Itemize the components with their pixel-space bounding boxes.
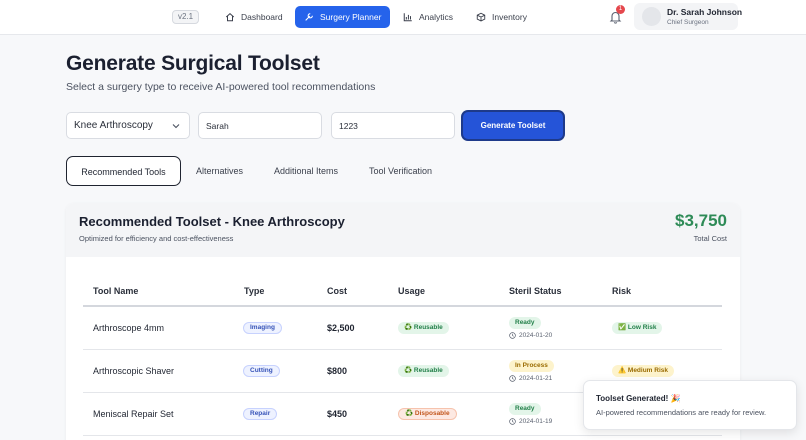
top-nav: v2.1 Dashboard Surgery Planner Analytics… — [0, 0, 806, 35]
tool-name-cell: Meniscal Repair Set — [93, 409, 174, 419]
steril-date-value: 2024-01-21 — [519, 375, 553, 382]
page-title: Generate Surgical Toolset — [66, 52, 320, 75]
patient-id-input[interactable]: 1223 — [331, 112, 455, 139]
total-cost-value: $3,750 — [675, 211, 727, 230]
generate-toolset-button[interactable]: Generate Toolset — [463, 112, 563, 139]
toast-title: Toolset Generated! 🎉 — [596, 394, 681, 403]
patient-id-value: 1223 — [339, 120, 358, 131]
box-icon — [476, 12, 486, 22]
toolset-subtitle: Optimized for efficiency and cost-effect… — [79, 234, 234, 243]
steril-date-value: 2024-01-19 — [519, 418, 553, 425]
steril-date: 2024-01-20 — [509, 332, 552, 339]
home-icon — [225, 12, 235, 22]
nav-analytics[interactable]: Analytics — [394, 6, 462, 28]
column-header-usage: Usage — [398, 286, 426, 296]
type-badge: Cutting — [243, 365, 280, 377]
toolset-header: Recommended Toolset - Knee Arthroscopy O… — [66, 203, 740, 257]
avatar — [642, 7, 661, 26]
toolset-title: Recommended Toolset - Knee Arthroscopy — [79, 214, 345, 229]
surgeon-name-value: Sarah — [206, 120, 229, 131]
nav-inventory-label: Inventory — [492, 12, 527, 22]
nav-surgery-planner[interactable]: Surgery Planner — [295, 6, 391, 28]
tab-additional-items[interactable]: Additional Items — [274, 156, 338, 186]
risk-badge: ⚠️ Medium Risk — [612, 365, 674, 377]
clock-icon — [509, 375, 516, 382]
column-header-tool-name: Tool Name — [93, 286, 139, 296]
steril-date: 2024-01-21 — [509, 375, 552, 382]
nav-dashboard[interactable]: Dashboard — [216, 6, 292, 28]
chevron-down-icon — [172, 124, 180, 129]
type-badge: Repair — [243, 408, 278, 420]
row-divider — [83, 435, 722, 436]
tool-name-cell: Arthroscope 4mm — [93, 323, 165, 333]
steril-status-badge: Ready — [509, 403, 541, 415]
nav-inventory[interactable]: Inventory — [467, 6, 536, 28]
user-role: Chief Surgeon — [667, 19, 709, 26]
nav-surgery-planner-label: Surgery Planner — [320, 12, 382, 22]
surgery-type-value: Knee Arthroscopy — [74, 120, 153, 131]
usage-badge: ♻️ Reusable — [398, 365, 449, 377]
wrench-icon — [305, 13, 313, 21]
risk-badge: ✅ Low Risk — [612, 322, 663, 334]
toast-notification[interactable]: Toolset Generated! 🎉 AI-powered recommen… — [583, 380, 797, 430]
notification-count-badge: 1 — [616, 5, 625, 14]
tab-recommended-tools[interactable]: Recommended Tools — [66, 156, 181, 186]
cost-cell: $450 — [327, 409, 348, 419]
user-profile[interactable]: Dr. Sarah Johnson Chief Surgeon — [634, 3, 742, 30]
tool-name-cell: Arthroscopic Shaver — [93, 366, 175, 376]
version-badge: v2.1 — [172, 10, 200, 24]
column-header-steril-status: Steril Status — [509, 286, 562, 296]
usage-badge: ♻️ Disposable — [398, 408, 457, 420]
tab-tool-verification[interactable]: Tool Verification — [369, 156, 432, 186]
nav-dashboard-label: Dashboard — [241, 12, 283, 22]
user-name: Dr. Sarah Johnson — [667, 7, 743, 17]
total-cost-label: Total Cost — [693, 234, 727, 243]
column-header-cost: Cost — [327, 286, 347, 296]
bar-chart-icon — [403, 13, 412, 22]
column-header-type: Type — [244, 286, 265, 296]
tab-alternatives[interactable]: Alternatives — [196, 156, 243, 186]
column-header-risk: Risk — [612, 286, 632, 296]
steril-date-value: 2024-01-20 — [519, 332, 553, 339]
usage-badge: ♻️ Reusable — [398, 322, 449, 334]
clock-icon — [509, 418, 516, 425]
clock-icon — [509, 332, 516, 339]
table-header-divider — [83, 305, 722, 307]
surgeon-name-input[interactable]: Sarah — [198, 112, 322, 139]
steril-date: 2024-01-19 — [509, 418, 552, 425]
nav-analytics-label: Analytics — [419, 12, 454, 22]
row-divider — [83, 349, 722, 350]
cost-cell: $800 — [327, 366, 348, 376]
surgery-type-select[interactable]: Knee Arthroscopy — [66, 112, 190, 139]
toast-body: AI-powered recommendations are ready for… — [596, 408, 767, 417]
type-badge: Imaging — [243, 322, 282, 334]
steril-status-badge: In Process — [509, 360, 554, 372]
steril-status-badge: Ready — [509, 317, 541, 329]
page-subtitle: Select a surgery type to receive AI-powe… — [66, 81, 376, 93]
cost-cell: $2,500 — [327, 323, 355, 333]
